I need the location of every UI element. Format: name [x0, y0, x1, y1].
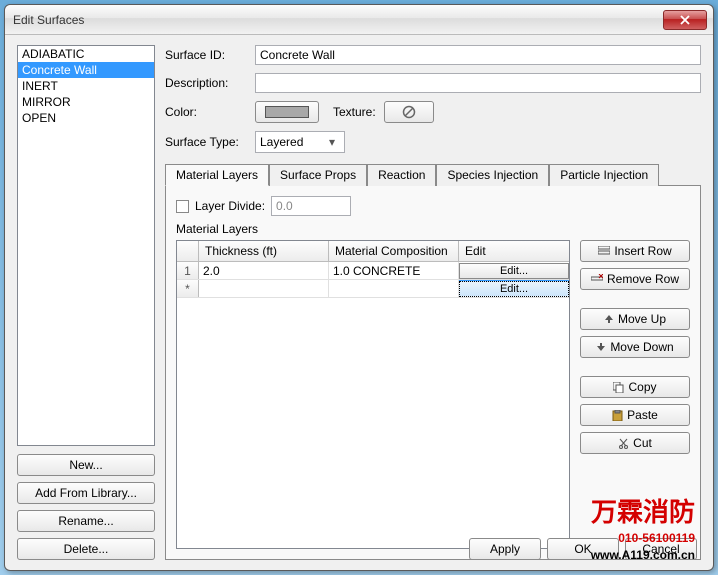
- dialog-footer: Apply OK Cancel: [469, 538, 697, 560]
- tab-reaction[interactable]: Reaction: [367, 164, 436, 186]
- surface-item[interactable]: MIRROR: [18, 94, 154, 110]
- color-swatch-icon: [265, 106, 309, 118]
- close-icon: [680, 15, 690, 25]
- row-header: 1: [177, 262, 199, 279]
- tab-surface-props[interactable]: Surface Props: [269, 164, 367, 186]
- add-from-library-button[interactable]: Add From Library...: [17, 482, 155, 504]
- move-down-button[interactable]: Move Down: [580, 336, 690, 358]
- ok-button[interactable]: OK: [547, 538, 619, 560]
- chevron-down-icon: ▾: [324, 135, 340, 149]
- copy-button[interactable]: Copy: [580, 376, 690, 398]
- table-row[interactable]: * Edit...: [177, 280, 569, 298]
- tab-material-layers[interactable]: Material Layers: [165, 164, 269, 186]
- material-layers-label: Material Layers: [176, 222, 690, 236]
- surface-item[interactable]: OPEN: [18, 110, 154, 126]
- layer-divide-checkbox[interactable]: [176, 200, 189, 213]
- color-label: Color:: [165, 105, 247, 119]
- surface-item[interactable]: Concrete Wall: [18, 62, 154, 78]
- cut-button[interactable]: Cut: [580, 432, 690, 454]
- col-thickness[interactable]: Thickness (ft): [199, 241, 329, 261]
- tab-particle-injection[interactable]: Particle Injection: [549, 164, 659, 186]
- thickness-cell[interactable]: [199, 280, 329, 297]
- texture-label: Texture:: [333, 105, 376, 119]
- close-button[interactable]: [663, 10, 707, 30]
- tab-species-injection[interactable]: Species Injection: [436, 164, 549, 186]
- cancel-button[interactable]: Cancel: [625, 538, 697, 560]
- surface-type-value: Layered: [260, 135, 303, 149]
- move-down-icon: [596, 342, 606, 352]
- surface-type-label: Surface Type:: [165, 135, 247, 149]
- row-header: *: [177, 280, 199, 297]
- edit-surfaces-dialog: Edit Surfaces ADIABATIC Concrete Wall IN…: [4, 4, 714, 571]
- cut-icon: [618, 438, 629, 449]
- window-title: Edit Surfaces: [11, 13, 663, 27]
- remove-row-button[interactable]: Remove Row: [580, 268, 690, 290]
- titlebar[interactable]: Edit Surfaces: [5, 5, 713, 35]
- table-row[interactable]: 1 2.0 1.0 CONCRETE Edit...: [177, 262, 569, 280]
- rename-button[interactable]: Rename...: [17, 510, 155, 532]
- delete-button[interactable]: Delete...: [17, 538, 155, 560]
- texture-button[interactable]: [384, 101, 434, 123]
- new-button[interactable]: New...: [17, 454, 155, 476]
- material-layers-grid[interactable]: Thickness (ft) Material Composition Edit…: [176, 240, 570, 549]
- move-up-icon: [604, 314, 614, 324]
- tab-bar: Material Layers Surface Props Reaction S…: [165, 163, 701, 186]
- surface-listbox[interactable]: ADIABATIC Concrete Wall INERT MIRROR OPE…: [17, 45, 155, 446]
- surface-item[interactable]: ADIABATIC: [18, 46, 154, 62]
- surface-item[interactable]: INERT: [18, 78, 154, 94]
- grid-header: Thickness (ft) Material Composition Edit: [177, 241, 569, 262]
- thickness-cell[interactable]: 2.0: [199, 262, 329, 279]
- remove-row-icon: [591, 274, 603, 284]
- edit-row-button[interactable]: Edit...: [459, 263, 569, 279]
- no-texture-icon: [402, 105, 416, 119]
- description-label: Description:: [165, 76, 247, 90]
- description-input[interactable]: [255, 73, 701, 93]
- edit-row-button[interactable]: Edit...: [459, 281, 569, 297]
- composition-cell[interactable]: 1.0 CONCRETE: [329, 262, 459, 279]
- insert-row-icon: [598, 246, 610, 256]
- insert-row-button[interactable]: Insert Row: [580, 240, 690, 262]
- layer-divide-label: Layer Divide:: [195, 199, 265, 213]
- surface-id-input[interactable]: [255, 45, 701, 65]
- apply-button[interactable]: Apply: [469, 538, 541, 560]
- composition-cell[interactable]: [329, 280, 459, 297]
- layer-divide-input[interactable]: [271, 196, 351, 216]
- move-up-button[interactable]: Move Up: [580, 308, 690, 330]
- col-composition[interactable]: Material Composition: [329, 241, 459, 261]
- color-button[interactable]: [255, 101, 319, 123]
- material-layers-panel: Layer Divide: Material Layers Thickness …: [165, 186, 701, 560]
- copy-icon: [613, 382, 624, 393]
- surface-type-combo[interactable]: Layered ▾: [255, 131, 345, 153]
- paste-button[interactable]: Paste: [580, 404, 690, 426]
- paste-icon: [612, 410, 623, 421]
- surface-id-label: Surface ID:: [165, 48, 247, 62]
- col-edit[interactable]: Edit: [459, 241, 569, 261]
